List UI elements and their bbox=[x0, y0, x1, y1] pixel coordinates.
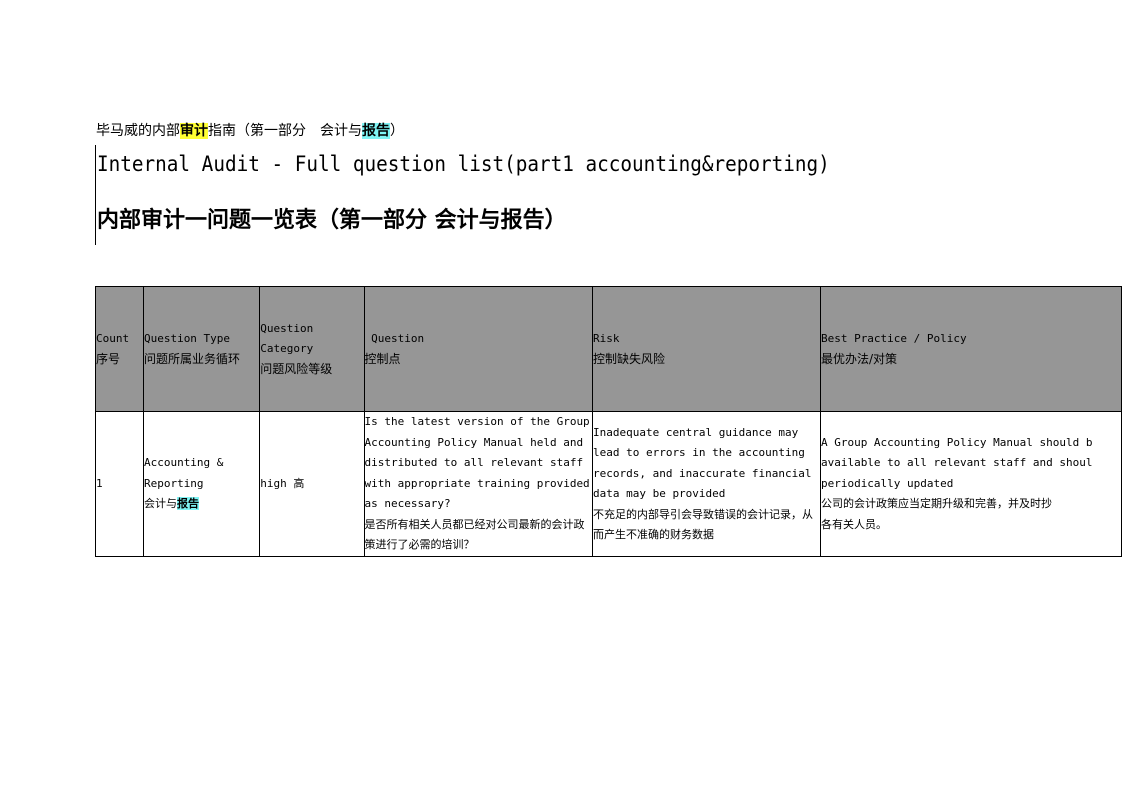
cell-question-type-en: Accounting & Reporting bbox=[143, 456, 224, 490]
header-count: Count 序号 bbox=[95, 286, 144, 412]
document-subtitle: 毕马威的内部审计指南（第一部分 会计与报告） bbox=[96, 122, 404, 140]
header-question-type: Question Type 问题所属业务循环 bbox=[142, 286, 261, 412]
header-question-zh: 控制点 bbox=[364, 352, 401, 366]
subtitle-highlight-audit: 审计 bbox=[180, 123, 208, 139]
header-question-type-en: Question Type bbox=[143, 332, 231, 345]
cell-question-type-zh: 会计与报告 bbox=[143, 494, 258, 515]
cell-risk: Inadequate central guidance may lead to … bbox=[591, 411, 821, 557]
header-risk-en: Risk bbox=[592, 332, 620, 345]
title-english: Internal Audit - Full question list(part… bbox=[97, 152, 830, 176]
header-question-type-zh: 问题所属业务循环 bbox=[143, 352, 240, 366]
subtitle-prefix: 毕马威的内部 bbox=[96, 123, 180, 139]
header-best-practice-zh: 最优办法/对策 bbox=[820, 352, 897, 366]
cell-count: 1 bbox=[95, 411, 144, 557]
cell-question: Is the latest version of the Group Accou… bbox=[363, 411, 593, 557]
header-risk: Risk 控制缺失风险 bbox=[591, 286, 821, 412]
cell-risk-en: Inadequate central guidance may lead to … bbox=[592, 425, 812, 501]
table-row: 1 Accounting & Reporting 会计与报告 high 高 Is… bbox=[95, 411, 1122, 557]
cell-best-practice-en-line3: periodically updated bbox=[820, 476, 954, 490]
cell-best-practice-en-line2: available to all relevant staff and shou… bbox=[820, 456, 1093, 470]
cell-best-practice-en-line1: A Group Accounting Policy Manual should … bbox=[820, 435, 1093, 449]
type-zh-highlight: 报告 bbox=[176, 497, 199, 511]
subtitle-highlight-report: 报告 bbox=[362, 123, 390, 139]
type-zh-prefix: 会计与 bbox=[143, 497, 177, 511]
header-best-practice-en: Best Practice / Policy bbox=[820, 332, 967, 345]
title-block: Internal Audit - Full question list(part… bbox=[95, 145, 894, 245]
header-question-category: Question Category 问题风险等级 bbox=[259, 286, 365, 412]
header-question: Question 控制点 bbox=[363, 286, 593, 412]
header-count-en: Count bbox=[96, 332, 130, 345]
header-question-category-en1: Question bbox=[260, 322, 314, 335]
cell-question-category: high 高 bbox=[259, 411, 365, 557]
cell-question-en: Is the latest version of the Group Accou… bbox=[364, 415, 590, 511]
question-list-table: Count 序号 Question Type 问题所属业务循环 Question… bbox=[95, 286, 1122, 557]
cell-question-type: Accounting & Reporting 会计与报告 bbox=[142, 411, 261, 557]
subtitle-suffix: ） bbox=[390, 123, 404, 139]
cell-best-practice-zh-line2: 各有关人员。 bbox=[820, 517, 887, 531]
header-risk-zh: 控制缺失风险 bbox=[592, 352, 665, 366]
header-count-zh: 序号 bbox=[96, 352, 121, 366]
title-chinese: 内部审计一问题一览表（第一部分 会计与报告） bbox=[97, 208, 567, 233]
cell-best-practice-zh-line1: 公司的会计政策应当定期升级和完善，并及时抄 bbox=[820, 497, 1052, 511]
header-best-practice: Best Practice / Policy 最优办法/对策 bbox=[819, 286, 1122, 412]
subtitle-middle: 指南（第一部分 会计与 bbox=[208, 123, 362, 139]
header-question-category-en2: Category bbox=[260, 342, 314, 355]
header-question-en: Question bbox=[364, 332, 425, 345]
cell-risk-zh: 不充足的内部导引会导致错误的会计记录，从而产生不准确的财务数据 bbox=[592, 507, 813, 542]
table-header-row: Count 序号 Question Type 问题所属业务循环 Question… bbox=[95, 286, 1122, 412]
cell-best-practice: A Group Accounting Policy Manual should … bbox=[819, 411, 1122, 557]
header-question-category-zh: 问题风险等级 bbox=[260, 362, 333, 376]
cell-question-zh: 是否所有相关人员都已经对公司最新的会计政策进行了必需的培训？ bbox=[364, 517, 585, 552]
